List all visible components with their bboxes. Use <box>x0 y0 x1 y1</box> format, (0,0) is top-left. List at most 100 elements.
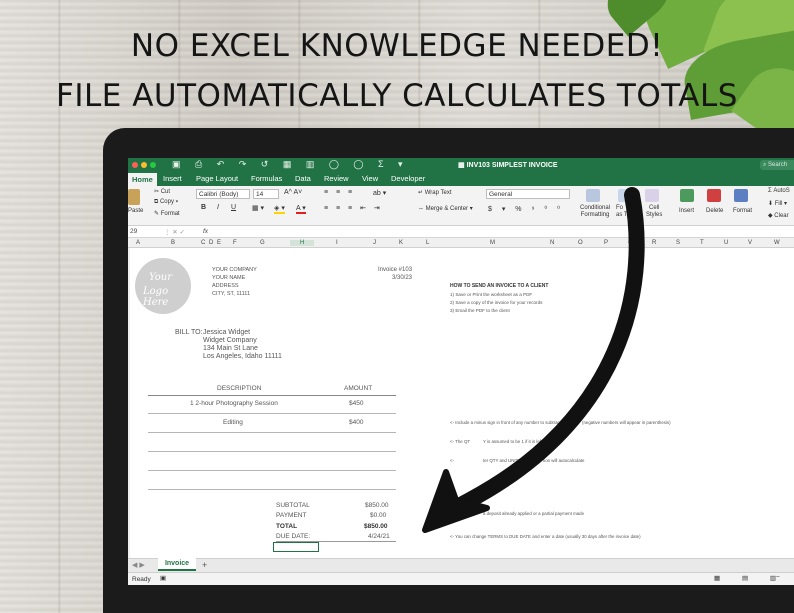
zoom-out-button[interactable]: − <box>776 574 780 581</box>
align-top-icons[interactable]: ≡ ≡ ≡ <box>324 189 355 196</box>
add-sheet-button[interactable]: + <box>202 560 207 570</box>
column-o[interactable]: O <box>578 240 583 246</box>
cut-button[interactable]: ✂ Cut <box>154 188 170 195</box>
name-box[interactable]: 29 <box>130 228 137 235</box>
column-v[interactable]: V <box>748 240 752 246</box>
number-format-select[interactable]: General <box>486 189 570 199</box>
column-k[interactable]: K <box>399 240 403 246</box>
format-as-table-icon[interactable] <box>618 189 632 202</box>
headline-line-2: FILE AUTOMATICALLY CALCULATES TOTALS <box>56 78 738 114</box>
tab-home[interactable]: Home <box>128 173 157 187</box>
column-w[interactable]: W <box>774 240 780 246</box>
column-j[interactable]: J <box>373 240 376 246</box>
column-c[interactable]: C <box>201 240 205 246</box>
ribbon-tabs: Home Insert Page Layout Formulas Data Re… <box>128 172 794 187</box>
row-rule <box>148 470 396 471</box>
sheet-nav-buttons[interactable]: ◀ ▶ <box>132 561 145 569</box>
delete-cells-icon[interactable] <box>707 189 721 202</box>
paste-button[interactable]: Paste <box>128 208 143 214</box>
column-u[interactable]: U <box>724 240 728 246</box>
headline-line-1: NO EXCEL KNOWLEDGE NEEDED! <box>130 28 664 64</box>
wrap-text-button[interactable]: ↵ Wrap Text <box>418 189 452 196</box>
search-field[interactable]: ⌕ Search <box>760 160 794 170</box>
borders-button[interactable]: ▦ ▾ <box>252 204 264 212</box>
macro-record-icon[interactable]: ▣ <box>160 574 166 582</box>
merge-center-button[interactable]: ⇔ Merge & Center ▾ <box>418 205 473 212</box>
column-l[interactable]: L <box>426 240 429 246</box>
column-header: A B C D E F G H I J K L M N O P Q R S T … <box>128 238 794 248</box>
bill-to-company: Widget Company <box>203 337 257 344</box>
column-h[interactable]: H <box>290 240 315 246</box>
autosum-button[interactable]: Σ AutoS <box>768 188 790 194</box>
note-due-date: <- You can change TERMS to DUE DATE and … <box>450 534 641 539</box>
bold-button[interactable]: B <box>201 204 206 211</box>
format-as-table-button[interactable]: Fo as T <box>616 205 628 219</box>
insert-cells-icon[interactable] <box>680 189 694 202</box>
sheet-tab-invoice[interactable]: Invoice <box>158 558 196 571</box>
column-d[interactable]: D <box>209 240 213 246</box>
bill-to-name: Jessica Widget <box>203 329 251 336</box>
zoom-window-button[interactable] <box>150 162 156 168</box>
column-f[interactable]: F <box>233 240 237 246</box>
orientation-button[interactable]: ab ▾ <box>373 189 386 197</box>
column-a[interactable]: A <box>136 240 140 246</box>
formula-buttons[interactable]: ⋮ ✕ ✓ <box>164 228 185 236</box>
column-r[interactable]: R <box>652 240 656 246</box>
column-m[interactable]: M <box>490 240 495 246</box>
tab-page-layout[interactable]: Page Layout <box>196 174 238 183</box>
copy-button[interactable]: ⧉ Copy ▾ <box>154 199 178 206</box>
grow-font-button[interactable]: A^ A˅ <box>284 189 302 196</box>
column-s[interactable]: S <box>676 240 680 246</box>
quick-access-toolbar[interactable]: ▣ ⎙ ↶ ↷ ↺ ▦ ▥ ◯ ◯ Σ ▾ <box>172 159 409 170</box>
column-q[interactable]: Q <box>628 240 633 246</box>
fill-button[interactable]: ⬇ Fill ▾ <box>768 200 787 207</box>
column-i[interactable]: I <box>336 240 338 246</box>
tab-insert[interactable]: Insert <box>163 174 182 183</box>
tab-review[interactable]: Review <box>324 174 349 183</box>
conditional-formatting-icon[interactable] <box>586 189 600 202</box>
number-format-buttons[interactable]: $ ▾ % ⁹ ⁰ ⁰ <box>488 205 564 213</box>
font-name-select[interactable]: Calibri (Body) <box>196 189 250 199</box>
column-g[interactable]: G <box>260 240 265 246</box>
minimize-window-button[interactable] <box>141 162 147 168</box>
close-window-button[interactable] <box>132 162 138 168</box>
fill-color-button[interactable]: ◈ ▾ <box>274 204 285 214</box>
column-b[interactable]: B <box>171 240 175 246</box>
column-p[interactable]: P <box>604 240 608 246</box>
amount-header: AMOUNT <box>344 385 373 392</box>
fx-icon[interactable]: fx <box>203 228 208 235</box>
row-rule <box>148 451 396 452</box>
delete-cells-button[interactable]: Delete <box>706 208 723 214</box>
conditional-formatting-button[interactable]: Conditional Formatting <box>580 205 610 219</box>
tab-developer[interactable]: Developer <box>391 174 425 183</box>
scissors-icon: ✂ <box>154 189 161 195</box>
worksheet-grid[interactable]: Your Logo Here YOUR COMPANY YOUR NAME AD… <box>128 248 794 558</box>
format-cells-icon[interactable] <box>734 189 748 202</box>
due-date-value: 4/24/21 <box>368 533 390 540</box>
item-2-description: Editing <box>223 419 243 426</box>
item-1-amount: $450 <box>349 400 364 407</box>
column-e[interactable]: E <box>217 240 221 246</box>
align-bottom-icons[interactable]: ≡ ≡ ≡ ⇤ ⇥ <box>324 204 383 212</box>
tab-data[interactable]: Data <box>295 174 311 183</box>
column-t[interactable]: T <box>700 240 704 246</box>
underline-button[interactable]: U <box>231 204 236 211</box>
paste-icon[interactable] <box>128 189 140 205</box>
font-color-button[interactable]: A ▾ <box>296 204 306 214</box>
format-cells-button[interactable]: Format <box>733 208 752 214</box>
note-qty-prefix: <- The QT <box>450 439 471 444</box>
selected-cell[interactable] <box>273 542 319 552</box>
tab-formulas[interactable]: Formulas <box>251 174 282 183</box>
cell-styles-icon[interactable] <box>645 189 659 202</box>
tab-view[interactable]: View <box>362 174 378 183</box>
logo-text-2: Logo Here <box>143 286 169 308</box>
insert-cells-button[interactable]: Insert <box>679 208 694 214</box>
clear-button[interactable]: ◆ Clear <box>768 212 789 219</box>
instructions-step-3: 3) Email the PDF to the client <box>450 308 510 313</box>
cell-styles-button[interactable]: Cell Styles <box>646 205 662 219</box>
column-n[interactable]: N <box>550 240 554 246</box>
italic-button[interactable]: I <box>217 204 219 211</box>
format-painter-button[interactable]: ✎ Format <box>154 210 180 217</box>
total-value: $850.00 <box>364 523 388 530</box>
font-size-select[interactable]: 14 <box>253 189 279 199</box>
